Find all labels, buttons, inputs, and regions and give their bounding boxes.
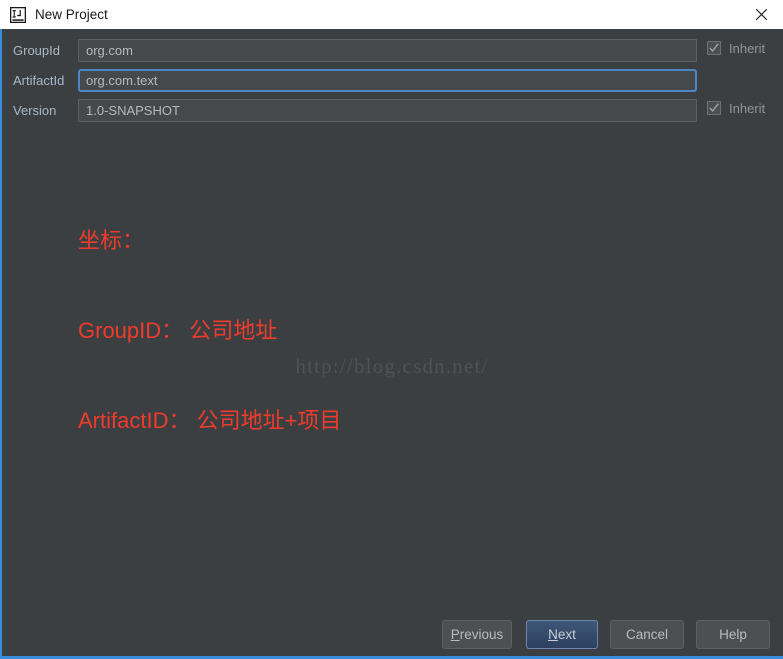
close-icon (755, 8, 767, 21)
groupid-input[interactable]: org.com (78, 39, 697, 62)
previous-button-label: revious (459, 627, 504, 642)
help-button[interactable]: Help (696, 620, 770, 649)
checkbox-checked-icon (707, 101, 721, 115)
watermark-text: http://blog.csdn.net/ (295, 354, 489, 378)
previous-button[interactable]: Previous (442, 620, 512, 649)
groupid-label: GroupId (13, 43, 60, 58)
annotation-line-1: 坐标： (78, 228, 145, 253)
next-button-mnemonic: N (548, 627, 558, 642)
cancel-button[interactable]: Cancel (610, 620, 684, 649)
intellij-idea-icon (10, 6, 26, 23)
next-button[interactable]: Next (526, 620, 598, 649)
annotation-overlay: 坐标： GroupID： 公司地址 ArtifactID： 公司地址+项目 (78, 166, 341, 496)
groupid-inherit-label: Inherit (729, 40, 766, 56)
checkbox-checked-icon (707, 41, 721, 55)
cancel-button-label: Cancel (625, 627, 669, 642)
title-bar: New Project (0, 0, 783, 29)
help-button-label: Help (719, 627, 747, 642)
version-input[interactable]: 1.0-SNAPSHOT (78, 99, 697, 122)
artifactid-label: ArtifactId (13, 73, 65, 88)
annotation-line-2: GroupID： 公司地址 (78, 318, 278, 343)
close-button[interactable] (739, 0, 783, 29)
form-row-groupid: GroupId org.com Inherit (2, 39, 782, 63)
next-button-label: ext (557, 627, 576, 642)
annotation-line-3: ArtifactID： 公司地址+项目 (78, 408, 342, 433)
form-row-version: Version 1.0-SNAPSHOT Inherit (2, 99, 782, 123)
artifactid-input[interactable]: org.com.text (78, 69, 697, 92)
form-row-artifactid: ArtifactId org.com.text (2, 69, 782, 93)
version-inherit-label: Inherit (729, 100, 766, 116)
groupid-inherit-checkbox[interactable]: Inherit (707, 41, 765, 55)
window-title: New Project (35, 6, 108, 22)
dialog-button-bar: Previous Next Cancel Help (2, 620, 782, 656)
previous-button-mnemonic: P (450, 627, 460, 642)
version-inherit-checkbox[interactable]: Inherit (707, 101, 765, 115)
version-label: Version (13, 103, 57, 118)
dialog-content: GroupId org.com Inherit ArtifactId org.c… (2, 29, 782, 656)
new-project-dialog: New Project GroupId org.com Inherit Arti… (0, 0, 783, 659)
